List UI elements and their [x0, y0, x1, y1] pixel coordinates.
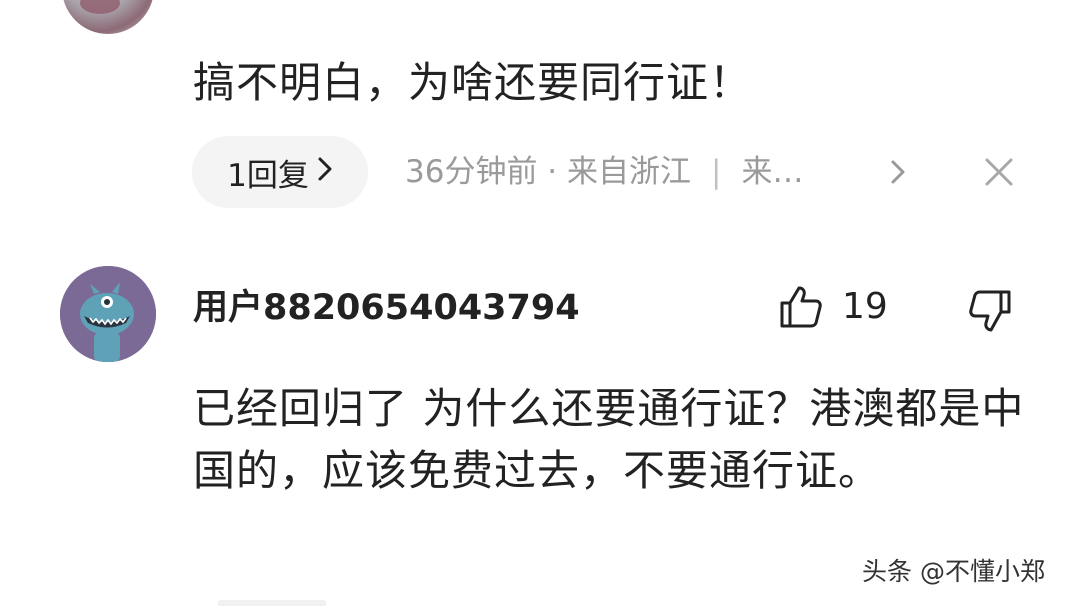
like-count: 19 [842, 286, 888, 327]
avatar-detail [80, 0, 120, 14]
username[interactable]: 用户8820654043794 [193, 283, 580, 333]
comment-list: 搞不明白，为啥还要同行证！ 1回复 36分钟前 · 来自浙江 | 来… 用户88… [0, 0, 1080, 606]
thumbs-down-icon[interactable] [966, 286, 1014, 334]
replies-button-label: 1回复 [227, 157, 309, 194]
watermark: 头条 @不懂小郑 [862, 557, 1045, 586]
comment-body: 已经回归了 为什么还要通行证？港澳都是中国的，应该免费过去，不要通行证。 [193, 384, 1025, 495]
comment-body: 搞不明白，为啥还要同行证！ [193, 58, 753, 107]
bottom-divider [218, 600, 326, 606]
close-icon[interactable] [981, 154, 1017, 190]
avatar[interactable] [60, 266, 156, 362]
replies-button[interactable]: 1回复 [192, 136, 368, 208]
comment-source: 来… [741, 154, 804, 190]
thumbs-up-icon[interactable] [777, 283, 825, 331]
meta-separator: | [711, 154, 722, 190]
comment-time-location: 36分钟前 · 来自浙江 [405, 154, 692, 190]
monster-avatar-icon [60, 266, 156, 362]
chevron-right-icon [317, 154, 333, 190]
chevron-right-icon[interactable] [883, 150, 913, 194]
comment-meta: 36分钟前 · 来自浙江 | 来… [405, 148, 803, 196]
avatar[interactable] [62, 0, 154, 34]
